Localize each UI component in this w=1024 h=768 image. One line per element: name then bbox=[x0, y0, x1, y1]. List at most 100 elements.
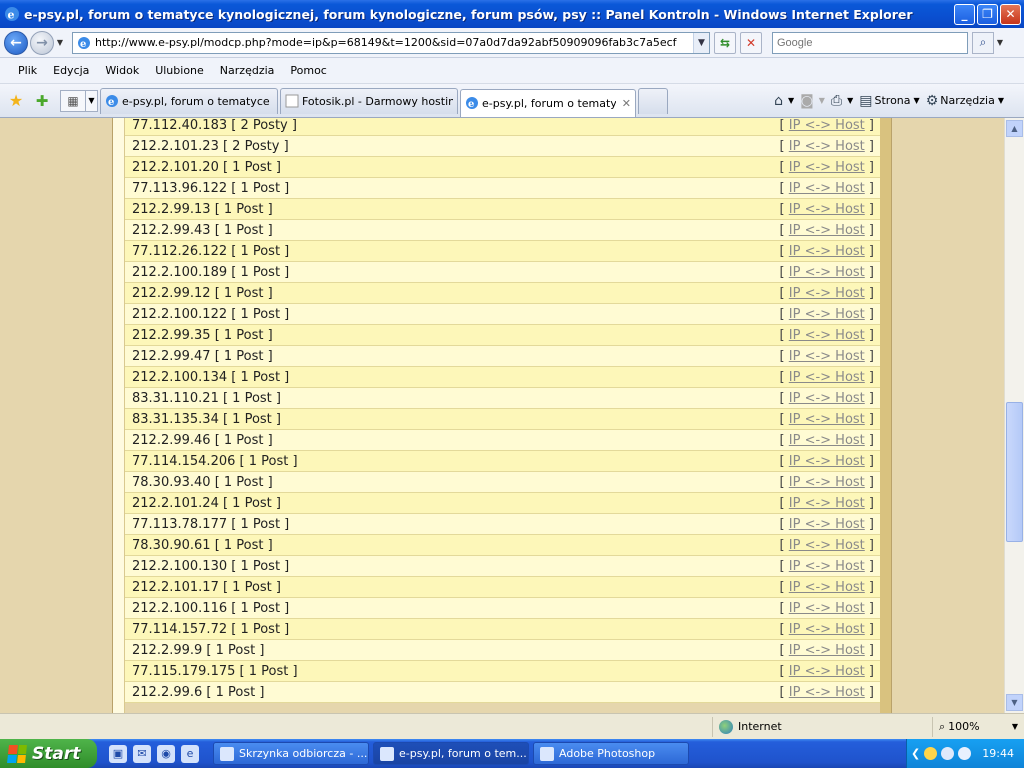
ip-address-text: 212.2.101.23 [ 2 Posty ] bbox=[132, 138, 289, 154]
search-input[interactable] bbox=[772, 31, 968, 54]
ip-address-text: 212.2.99.35 [ 1 Post ] bbox=[132, 327, 273, 343]
address-toolbar: ← → ▼ e http://www.e-psy.pl/modcp.php?mo… bbox=[0, 28, 1024, 58]
ip-host-link[interactable]: IP <-> Host bbox=[789, 160, 865, 175]
scroll-up-arrow-icon[interactable]: ▲ bbox=[1006, 120, 1023, 137]
ip-host-link[interactable]: IP <-> Host bbox=[789, 559, 865, 574]
ip-host-link[interactable]: IP <-> Host bbox=[789, 538, 865, 553]
svg-text:e: e bbox=[80, 39, 86, 50]
ip-host-link[interactable]: IP <-> Host bbox=[789, 517, 865, 532]
scrollbar-thumb[interactable] bbox=[1006, 402, 1023, 542]
ip-host-link[interactable]: IP <-> Host bbox=[789, 139, 865, 154]
url-text[interactable]: http://www.e-psy.pl/modcp.php?mode=ip&p=… bbox=[95, 36, 693, 49]
taskbar-button-mail[interactable]: Skrzynka odbiorcza - ... bbox=[213, 742, 369, 765]
search-button[interactable]: ⌕ bbox=[972, 31, 994, 54]
new-tab-button[interactable] bbox=[638, 87, 668, 114]
quicklaunch-ie-icon[interactable]: e bbox=[181, 744, 199, 763]
add-favorite-icon[interactable]: ✚ bbox=[32, 91, 52, 111]
menu-edit[interactable]: Edycja bbox=[45, 64, 97, 77]
ip-host-link[interactable]: IP <-> Host bbox=[789, 286, 865, 301]
forward-button[interactable]: → bbox=[30, 30, 54, 55]
ip-address-text: 78.30.90.61 [ 1 Post ] bbox=[132, 537, 273, 553]
ip-host-lookup: [ IP <-> Host ] bbox=[779, 453, 874, 469]
ip-host-link[interactable]: IP <-> Host bbox=[789, 454, 865, 469]
ip-host-link[interactable]: IP <-> Host bbox=[789, 328, 865, 343]
start-button[interactable]: Start bbox=[0, 739, 97, 768]
tab-fotosik[interactable]: Fotosik.pl - Darmowy hosting... bbox=[280, 87, 458, 114]
ip-host-link[interactable]: IP <-> Host bbox=[789, 223, 865, 238]
ip-host-link[interactable]: IP <-> Host bbox=[789, 433, 865, 448]
maximize-button[interactable]: ❐ bbox=[977, 3, 998, 25]
table-row: 212.2.100.116 [ 1 Post ] [ IP <-> Host ] bbox=[125, 598, 880, 619]
ip-host-link[interactable]: IP <-> Host bbox=[789, 391, 865, 406]
refresh-button[interactable]: ⇆ bbox=[714, 31, 736, 54]
menu-view[interactable]: Widok bbox=[97, 64, 147, 77]
search-options-dropdown[interactable]: ▼ bbox=[994, 38, 1006, 47]
close-button[interactable]: ✕ bbox=[1000, 3, 1021, 25]
ip-host-link[interactable]: IP <-> Host bbox=[789, 202, 865, 217]
ip-host-link[interactable]: IP <-> Host bbox=[789, 265, 865, 280]
ip-host-link[interactable]: IP <-> Host bbox=[789, 244, 865, 259]
print-button[interactable]: ⎙ ▼ bbox=[831, 93, 859, 109]
page-menu-button[interactable]: ▤ Strona ▼ bbox=[859, 93, 925, 109]
feeds-button[interactable]: ◙ ▼ bbox=[800, 93, 831, 109]
favorites-star-icon[interactable]: ★ bbox=[6, 91, 26, 111]
ie-logo-icon: e bbox=[5, 7, 19, 22]
ip-host-link[interactable]: IP <-> Host bbox=[789, 412, 865, 427]
tab-epsy-1[interactable]: e e-psy.pl, forum o tematyce k... bbox=[100, 87, 278, 114]
table-row: 212.2.99.13 [ 1 Post ] [ IP <-> Host ] bbox=[125, 199, 880, 220]
ip-host-link[interactable]: IP <-> Host bbox=[789, 475, 865, 490]
ip-address-text: 212.2.100.122 [ 1 Post ] bbox=[132, 306, 290, 322]
menu-help[interactable]: Pomoc bbox=[282, 64, 334, 77]
ip-host-link[interactable]: IP <-> Host bbox=[789, 118, 865, 133]
menu-file[interactable]: Plik bbox=[10, 64, 45, 77]
taskbar-button-ie[interactable]: e-psy.pl, forum o tem... bbox=[373, 742, 529, 765]
tray-expand-icon[interactable]: ❮ bbox=[911, 747, 920, 760]
taskbar-button-photoshop[interactable]: Adobe Photoshop bbox=[533, 742, 689, 765]
tab-epsy-active[interactable]: e e-psy.pl, forum o tematy... ✕ bbox=[460, 88, 636, 117]
magnifier-icon: ⌕ bbox=[979, 35, 987, 49]
ip-host-link[interactable]: IP <-> Host bbox=[789, 622, 865, 637]
zoom-control[interactable]: ⌕ 100% ▼ bbox=[932, 716, 1024, 737]
page-icon: ▤ bbox=[859, 92, 873, 109]
ip-host-lookup: [ IP <-> Host ] bbox=[779, 642, 874, 658]
ip-host-link[interactable]: IP <-> Host bbox=[789, 307, 865, 322]
home-button[interactable]: ⌂ ▼ bbox=[774, 93, 800, 109]
quicklaunch-media-icon[interactable]: ◉ bbox=[157, 744, 175, 763]
ip-host-link[interactable]: IP <-> Host bbox=[789, 349, 865, 364]
ip-host-link[interactable]: IP <-> Host bbox=[789, 685, 865, 700]
tray-weather-icon[interactable] bbox=[924, 747, 938, 760]
page-icon: e bbox=[466, 97, 478, 110]
history-dropdown[interactable]: ▼ bbox=[54, 38, 66, 47]
ip-address-text: 83.31.135.34 [ 1 Post ] bbox=[132, 411, 281, 427]
ip-host-link[interactable]: IP <-> Host bbox=[789, 664, 865, 679]
quicklaunch-show-desktop-icon[interactable]: ▣ bbox=[109, 744, 127, 763]
gear-icon: ⚙ bbox=[925, 92, 939, 109]
ip-host-link[interactable]: IP <-> Host bbox=[789, 370, 865, 385]
close-tab-icon[interactable]: ✕ bbox=[622, 97, 631, 110]
tray-network-icon[interactable] bbox=[941, 747, 955, 760]
tab-list-dropdown[interactable]: ▼ bbox=[86, 89, 98, 112]
address-dropdown[interactable]: ▼ bbox=[693, 32, 709, 53]
menu-favorites[interactable]: Ulubione bbox=[147, 64, 212, 77]
table-row: 77.112.40.183 [ 2 Posty ] [ IP <-> Host ] bbox=[125, 118, 880, 136]
ip-host-lookup: [ IP <-> Host ] bbox=[779, 684, 874, 700]
stop-button[interactable]: ✕ bbox=[740, 31, 762, 54]
quick-tabs-icon[interactable]: ▦ bbox=[60, 89, 86, 112]
ip-host-link[interactable]: IP <-> Host bbox=[789, 181, 865, 196]
tools-menu-button[interactable]: ⚙ Narzędzia ▼ bbox=[926, 93, 1010, 109]
back-button[interactable]: ← bbox=[4, 30, 28, 55]
minimize-button[interactable]: _ bbox=[954, 3, 975, 25]
ip-address-text: 77.115.179.175 [ 1 Post ] bbox=[132, 663, 298, 679]
ip-host-link[interactable]: IP <-> Host bbox=[789, 580, 865, 595]
address-field[interactable]: e http://www.e-psy.pl/modcp.php?mode=ip&… bbox=[72, 31, 710, 54]
ip-host-lookup: [ IP <-> Host ] bbox=[779, 118, 874, 133]
ip-host-link[interactable]: IP <-> Host bbox=[789, 496, 865, 511]
ip-host-link[interactable]: IP <-> Host bbox=[789, 643, 865, 658]
menu-tools[interactable]: Narzędzia bbox=[212, 64, 283, 77]
tray-volume-icon[interactable] bbox=[958, 747, 972, 760]
vertical-scrollbar[interactable]: ▲ ▼ bbox=[1004, 118, 1024, 713]
ip-host-link[interactable]: IP <-> Host bbox=[789, 601, 865, 616]
scroll-down-arrow-icon[interactable]: ▼ bbox=[1006, 694, 1023, 711]
quicklaunch-messenger-icon[interactable]: ✉ bbox=[133, 744, 151, 763]
rss-icon: ◙ bbox=[800, 92, 814, 109]
